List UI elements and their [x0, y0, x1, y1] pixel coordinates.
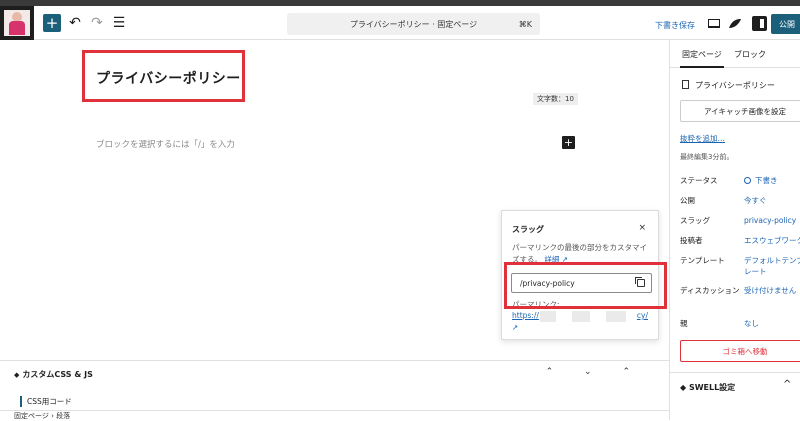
diamond-icon: ◆: [680, 383, 689, 392]
property-value[interactable]: エスウェブワーク: [744, 235, 800, 246]
external-link-icon[interactable]: ↗: [512, 323, 518, 332]
swell-icon[interactable]: [728, 18, 742, 30]
settings-sidebar-icon[interactable]: [752, 16, 767, 31]
panel-move-controls[interactable]: ⌃ ⌄ ⌃: [546, 367, 644, 377]
document-title: プライバシーポリシー · 固定ページ: [349, 19, 478, 29]
property-label: 公開: [680, 196, 695, 205]
meta-panel-title-text: カスタムCSS & JS: [22, 370, 93, 379]
slug-highlight-box: [504, 262, 667, 309]
property-label: ディスカッション: [680, 286, 740, 295]
settings-sidebar: 固定ページ ブロック プライバシーポリシー アイキャッチ画像を設定 抜粋を追加……: [669, 40, 800, 420]
status-value-text: 下書き: [755, 176, 778, 185]
property-value[interactable]: デフォルトテンプレート: [744, 255, 800, 277]
property-label: 投稿者: [680, 236, 703, 245]
property-label: テンプレート: [680, 256, 725, 265]
publish-button[interactable]: 公開: [771, 14, 800, 34]
add-excerpt-link[interactable]: 抜粋を追加…: [680, 133, 725, 144]
property-value[interactable]: なし: [744, 318, 800, 329]
permalink-blur: [540, 311, 556, 322]
site-avatar[interactable]: [0, 6, 34, 40]
slug-description-text: パーマリンクの最後の部分をカスタマイズする。: [512, 243, 647, 264]
meta-panel-title[interactable]: ◆ カスタムCSS & JS: [14, 369, 93, 380]
tab-block[interactable]: ブロック: [734, 49, 766, 60]
property-value[interactable]: 下書き: [744, 175, 800, 186]
last-edited-text: 最終編集3分前。: [680, 153, 734, 161]
tab-page[interactable]: 固定ページ: [680, 49, 724, 68]
plus-icon[interactable]: +: [43, 14, 61, 32]
chevron-up-icon[interactable]: ^: [783, 379, 791, 390]
property-label: 親: [680, 319, 688, 328]
editor-toolbar: + ↶ ↷ ☰ プライバシーポリシー · 固定ページ ⌘K 下書き保存 公開: [0, 6, 800, 40]
diamond-icon: ◆: [14, 371, 20, 379]
preview-icon[interactable]: [708, 19, 720, 28]
swell-settings-title: ◆ SWELL設定: [680, 382, 735, 393]
custom-css-js-panel: ◆ カスタムCSS & JS ⌃ ⌄ ⌃ CSS用コード: [0, 360, 669, 410]
page-title[interactable]: プライバシーポリシー: [96, 68, 241, 88]
publish-label: 公開: [779, 19, 795, 29]
sidebar-doc-title-text: プライバシーポリシー: [695, 81, 775, 90]
save-draft-button[interactable]: 下書き保存: [655, 20, 695, 31]
undo-icon[interactable]: ↶: [66, 12, 84, 34]
permalink-url-end: cy/: [636, 311, 648, 320]
property-label: ステータス: [680, 176, 718, 185]
document-bar[interactable]: プライバシーポリシー · 固定ページ ⌘K: [287, 13, 540, 35]
swell-settings-panel[interactable]: ◆ SWELL設定 ^: [670, 372, 800, 398]
list-view-icon[interactable]: ☰: [110, 12, 128, 34]
property-value[interactable]: 今すぐ: [744, 195, 800, 206]
property-value[interactable]: privacy-policy: [744, 215, 800, 226]
avatar-body: [9, 21, 25, 35]
permalink-blur: [572, 311, 590, 322]
sidebar-tabs: 固定ページ ブロック: [670, 40, 800, 68]
command-shortcut: ⌘K: [518, 19, 532, 29]
document-icon: [682, 80, 689, 89]
css-code-label: CSS用コード: [20, 396, 72, 407]
close-icon[interactable]: ×: [638, 223, 646, 233]
move-to-trash-button[interactable]: ゴミ箱へ移動: [680, 340, 800, 362]
inline-add-block-button[interactable]: +: [562, 136, 575, 149]
slug-popover-title: スラッグ: [512, 225, 544, 234]
property-label: スラッグ: [680, 216, 710, 225]
permalink-url-start: https://: [512, 311, 539, 320]
permalink-blur: [606, 311, 626, 322]
redo-icon[interactable]: ↷: [88, 12, 106, 34]
permalink-url[interactable]: https:// cy/: [512, 311, 652, 323]
swell-settings-title-text: SWELL設定: [688, 383, 736, 392]
char-count-badge: 文字数：10: [533, 93, 578, 105]
sidebar-doc-title: プライバシーポリシー: [682, 80, 775, 91]
property-value[interactable]: 受け付けません: [744, 285, 800, 296]
block-placeholder[interactable]: ブロックを選択するには「/」を入力: [96, 138, 235, 150]
draft-status-icon: [744, 177, 751, 184]
set-featured-image-button[interactable]: アイキャッチ画像を設定: [680, 100, 800, 122]
